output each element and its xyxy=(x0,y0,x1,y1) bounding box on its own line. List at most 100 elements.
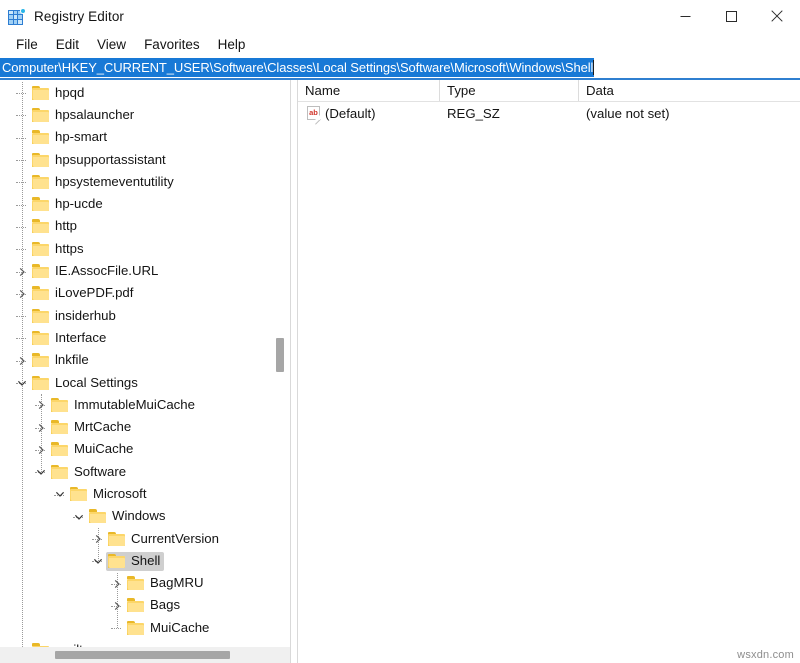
tree-item-software[interactable]: Software xyxy=(0,461,290,483)
tree-item-hpsystemeventutility[interactable]: hpsystemeventutility xyxy=(0,171,290,193)
folder-icon xyxy=(51,465,68,479)
tree-item-content[interactable]: iLovePDF.pdf xyxy=(30,284,137,303)
tree-item-content[interactable]: hpqd xyxy=(30,84,88,103)
tree-item-content[interactable]: CurrentVersion xyxy=(106,530,223,549)
tree-item-immutablemuicache[interactable]: ImmutableMuiCache xyxy=(0,394,290,416)
tree-item-ilovepdf-pdf[interactable]: iLovePDF.pdf xyxy=(0,283,290,305)
tree-item-label: MuiCache xyxy=(74,441,133,457)
tree-item-hpsupportassistant[interactable]: hpsupportassistant xyxy=(0,149,290,171)
tree-item-label: hpsalauncher xyxy=(55,107,134,123)
value-row[interactable]: ab (Default) REG_SZ (value not set) xyxy=(298,102,800,124)
tree-leaf-spacer xyxy=(14,219,30,235)
chevron-right-icon[interactable] xyxy=(90,531,106,547)
tree-item-label: BagMRU xyxy=(150,575,204,591)
value-name-cell[interactable]: ab (Default) xyxy=(298,102,440,124)
tree-horizontal-scrollbar[interactable] xyxy=(0,647,290,663)
tree-item-shell[interactable]: Shell xyxy=(0,550,290,572)
chevron-right-icon[interactable] xyxy=(14,264,30,280)
tree-item-content[interactable]: IE.AssocFile.URL xyxy=(30,262,162,281)
menu-edit[interactable]: Edit xyxy=(47,35,88,55)
tree-item-bagmru[interactable]: BagMRU xyxy=(0,573,290,595)
column-header-data[interactable]: Data xyxy=(579,80,800,101)
tree-item-muicache[interactable]: MuiCache xyxy=(0,617,290,639)
tree-item-label: mailto xyxy=(55,642,90,647)
tree-item-mrtcache[interactable]: MrtCache xyxy=(0,416,290,438)
tree-horizontal-scrollbar-thumb[interactable] xyxy=(55,651,230,659)
address-bar-path[interactable]: Computer\HKEY_CURRENT_USER\Software\Clas… xyxy=(0,58,594,77)
chevron-right-icon[interactable] xyxy=(33,397,49,413)
tree-item-content[interactable]: lnkfile xyxy=(30,351,93,370)
close-button[interactable] xyxy=(754,0,800,32)
menu-help[interactable]: Help xyxy=(209,35,255,55)
chevron-down-icon[interactable] xyxy=(90,553,106,569)
tree-item-content[interactable]: BagMRU xyxy=(125,574,208,593)
tree-item-label: hp-smart xyxy=(55,129,107,145)
address-bar[interactable]: Computer\HKEY_CURRENT_USER\Software\Clas… xyxy=(0,57,800,80)
tree-item-ie-assocfile-url[interactable]: IE.AssocFile.URL xyxy=(0,260,290,282)
chevron-right-icon[interactable] xyxy=(109,598,125,614)
chevron-right-icon[interactable] xyxy=(33,442,49,458)
tree-vertical-scrollbar-thumb[interactable] xyxy=(276,338,284,372)
menu-view[interactable]: View xyxy=(88,35,135,55)
tree-item-label: iLovePDF.pdf xyxy=(55,285,133,301)
tree-item-content[interactable]: Bags xyxy=(125,596,184,615)
chevron-down-icon[interactable] xyxy=(52,486,68,502)
tree-item-content[interactable]: mailto xyxy=(30,641,94,647)
registry-editor-icon xyxy=(8,8,25,25)
tree-item-windows[interactable]: Windows xyxy=(0,506,290,528)
tree-item-insiderhub[interactable]: insiderhub xyxy=(0,305,290,327)
tree-item-content[interactable]: hpsupportassistant xyxy=(30,151,170,170)
tree-item-content[interactable]: Microsoft xyxy=(68,485,151,504)
folder-icon xyxy=(32,197,49,211)
minimize-button[interactable] xyxy=(662,0,708,32)
tree-item-interface[interactable]: Interface xyxy=(0,327,290,349)
chevron-right-icon[interactable] xyxy=(14,286,30,302)
chevron-down-icon[interactable] xyxy=(71,509,87,525)
column-header-type[interactable]: Type xyxy=(440,80,579,101)
tree-item-https[interactable]: https xyxy=(0,238,290,260)
tree-item-hpqd[interactable]: hpqd xyxy=(0,82,290,104)
tree-item-microsoft[interactable]: Microsoft xyxy=(0,483,290,505)
tree-leaf-spacer xyxy=(14,643,30,647)
tree-item-content[interactable]: Software xyxy=(49,463,130,482)
tree-item-content[interactable]: ImmutableMuiCache xyxy=(49,396,199,415)
tree-item-content[interactable]: http xyxy=(30,217,81,236)
chevron-right-icon[interactable] xyxy=(14,353,30,369)
tree-item-content[interactable]: MrtCache xyxy=(49,418,135,437)
tree-item-mailto[interactable]: mailto xyxy=(0,639,290,647)
tree-item-content[interactable]: hpsalauncher xyxy=(30,106,138,125)
tree-item-content[interactable]: Shell xyxy=(106,552,164,571)
tree-item-bags[interactable]: Bags xyxy=(0,595,290,617)
tree-vertical-scrollbar[interactable] xyxy=(272,80,288,647)
tree-item-currentversion[interactable]: CurrentVersion xyxy=(0,528,290,550)
tree-item-content[interactable]: hp-ucde xyxy=(30,195,107,214)
tree-item-content[interactable]: Windows xyxy=(87,507,170,526)
chevron-down-icon[interactable] xyxy=(33,464,49,480)
tree-item-content[interactable]: Local Settings xyxy=(30,374,142,393)
tree-item-content[interactable]: https xyxy=(30,240,88,259)
chevron-right-icon[interactable] xyxy=(33,420,49,436)
tree-item-content[interactable]: hpsystemeventutility xyxy=(30,173,178,192)
chevron-right-icon[interactable] xyxy=(109,576,125,592)
menu-file[interactable]: File xyxy=(7,35,47,55)
chevron-down-icon[interactable] xyxy=(14,375,30,391)
tree-item-lnkfile[interactable]: lnkfile xyxy=(0,350,290,372)
tree-item-content[interactable]: MuiCache xyxy=(49,440,137,459)
menu-favorites[interactable]: Favorites xyxy=(135,35,209,55)
folder-icon xyxy=(89,509,106,523)
tree-item-content[interactable]: insiderhub xyxy=(30,307,120,326)
column-header-name[interactable]: Name xyxy=(298,80,440,101)
maximize-button[interactable] xyxy=(708,0,754,32)
tree-item-content[interactable]: Interface xyxy=(30,329,110,348)
tree-item-hp-smart[interactable]: hp-smart xyxy=(0,127,290,149)
folder-icon xyxy=(32,264,49,278)
tree-item-content[interactable]: hp-smart xyxy=(30,128,111,147)
pane-splitter[interactable] xyxy=(290,80,298,663)
tree-item-hp-ucde[interactable]: hp-ucde xyxy=(0,193,290,215)
tree-item-local-settings[interactable]: Local Settings xyxy=(0,372,290,394)
tree-leaf-spacer xyxy=(14,85,30,101)
tree-item-content[interactable]: MuiCache xyxy=(125,619,213,638)
tree-item-hpsalauncher[interactable]: hpsalauncher xyxy=(0,104,290,126)
tree-item-http[interactable]: http xyxy=(0,216,290,238)
tree-item-muicache[interactable]: MuiCache xyxy=(0,439,290,461)
